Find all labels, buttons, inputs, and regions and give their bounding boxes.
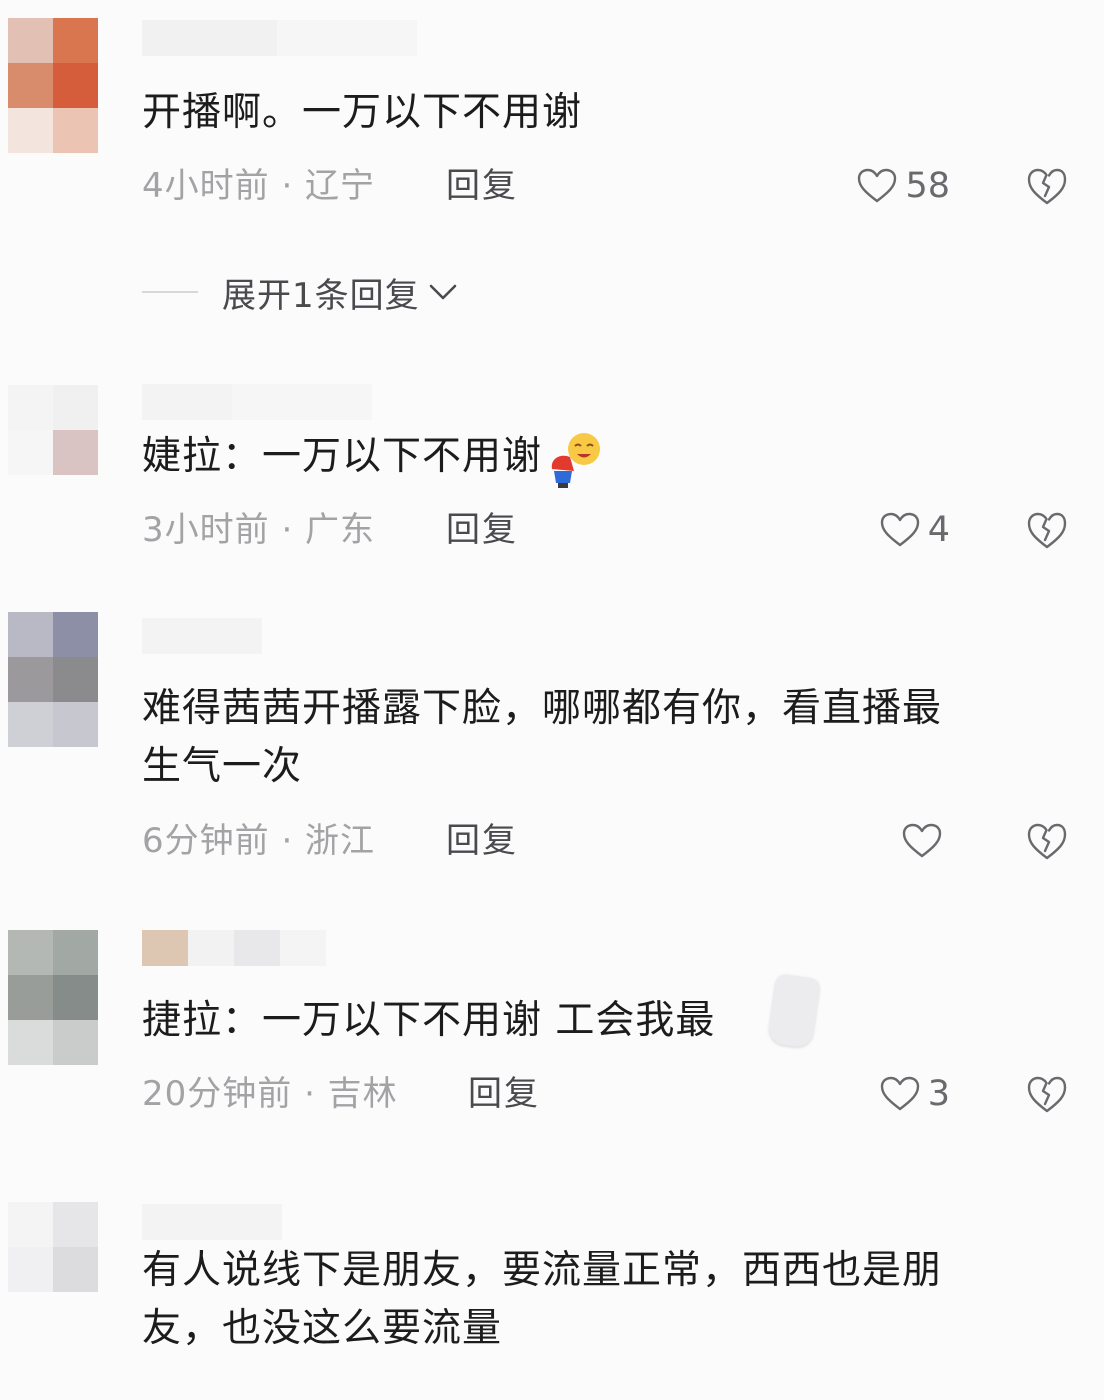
comment-item: 捷拉：一万以下不用谢 工会我最 20分钟前 · 吉林 回复 3 — [0, 920, 1104, 1180]
comment-time-location: 4小时前 · 辽宁 — [142, 166, 376, 206]
comment-item: 婕拉：一万以下不用谢 3小时前 · 广东 回复 4 — [0, 340, 1104, 600]
avatar[interactable] — [8, 18, 98, 153]
broken-heart-icon[interactable] — [1026, 166, 1068, 206]
comment-text-content: 婕拉：一万以下不用谢 — [142, 434, 543, 479]
comment-item: 有人说线下是朋友，要流量正常，西西也是朋 友，也没这么要流量 — [0, 1180, 1104, 1400]
heart-outline-icon — [880, 1076, 919, 1111]
broken-heart-icon[interactable] — [1026, 1074, 1068, 1114]
comment-text-line: 友，也没这么要流量 — [142, 1306, 503, 1351]
heart-outline-icon — [880, 512, 919, 547]
broken-heart-icon[interactable] — [1026, 821, 1068, 861]
comment-text-line: 生气一次 — [142, 744, 303, 789]
like-count: 58 — [905, 166, 950, 206]
heart-outline-icon — [858, 168, 897, 203]
username-redacted — [142, 20, 417, 56]
comment-text-line: 有人说线下是朋友，要流量正常，西西也是朋 — [142, 1248, 943, 1293]
username-redacted — [142, 1204, 282, 1240]
reply-button[interactable]: 回复 — [446, 510, 518, 550]
expand-replies-label: 展开1条回复 — [222, 275, 420, 316]
avatar[interactable] — [8, 1202, 98, 1292]
avatar[interactable] — [8, 385, 98, 475]
username-redacted — [142, 930, 326, 966]
username-redacted — [142, 618, 262, 654]
expand-replies[interactable]: 展开1条回复 — [142, 270, 458, 316]
comment-text: 有人说线下是朋友，要流量正常，西西也是朋 友，也没这么要流量 — [142, 1242, 1042, 1358]
avatar[interactable] — [8, 612, 98, 747]
like-button[interactable]: 4 — [840, 508, 950, 552]
comment-item: 开播啊。一万以下不用谢 4小时前 · 辽宁 回复 58 展开1条回复 — [0, 0, 1104, 340]
comment-text: 难得茜茜开播露下脸，哪哪都有你，看直播最 生气一次 — [142, 680, 1042, 796]
comment-text: 开播啊。一万以下不用谢 — [142, 90, 583, 135]
reply-button[interactable]: 回复 — [446, 821, 518, 861]
username-redacted — [142, 384, 372, 420]
comment-text: 捷拉：一万以下不用谢 工会我最 — [142, 998, 716, 1043]
like-count: 3 — [927, 1074, 950, 1114]
like-button[interactable]: 58 — [840, 164, 950, 208]
heart-outline-icon — [902, 823, 942, 858]
laughing-emoji-sticker — [551, 432, 601, 488]
like-button[interactable]: 3 — [840, 1072, 950, 1116]
broken-heart-icon[interactable] — [1026, 510, 1068, 550]
comment-time-location: 3小时前 · 广东 — [142, 510, 376, 550]
divider — [142, 291, 198, 293]
like-count: 4 — [927, 510, 950, 550]
comment-item: 难得茜茜开播露下脸，哪哪都有你，看直播最 生气一次 6分钟前 · 浙江 回复 — [0, 600, 1104, 920]
reply-button[interactable]: 回复 — [446, 166, 518, 206]
comment-time-location: 20分钟前 · 吉林 — [142, 1074, 398, 1114]
avatar[interactable] — [8, 930, 98, 1065]
comment-text: 婕拉：一万以下不用谢 — [142, 428, 1042, 489]
chevron-down-icon — [429, 284, 456, 300]
like-button[interactable] — [840, 819, 950, 863]
reply-button[interactable]: 回复 — [468, 1074, 540, 1114]
comment-text-line: 难得茜茜开播露下脸，哪哪都有你，看直播最 — [142, 686, 943, 731]
comment-time-location: 6分钟前 · 浙江 — [142, 821, 376, 861]
